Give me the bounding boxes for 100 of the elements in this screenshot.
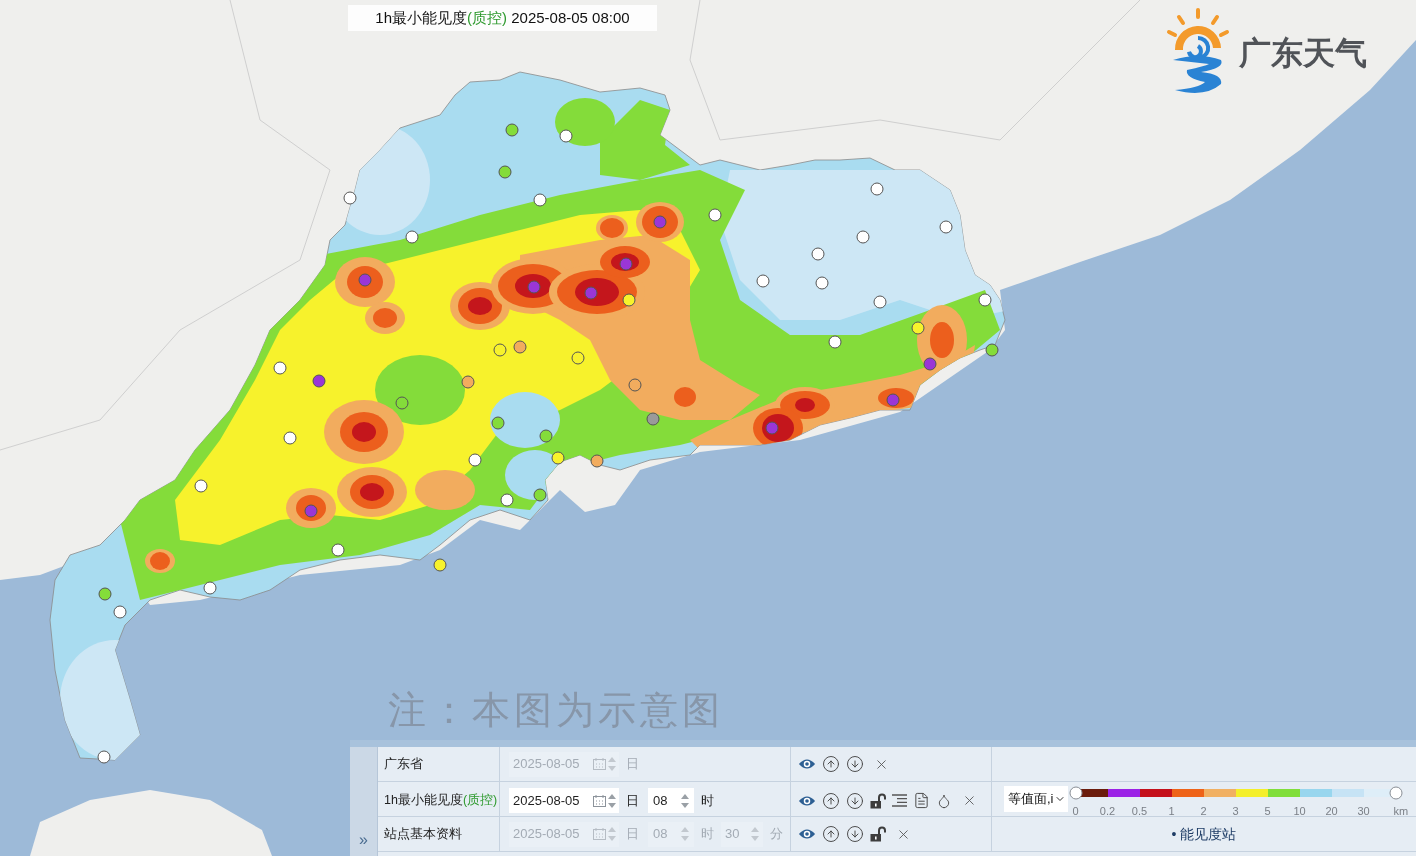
- station-marker: [646, 412, 660, 426]
- logo-text: 广东天气: [1239, 34, 1367, 73]
- legend-label: • 能见度站: [1171, 824, 1237, 844]
- eye-icon[interactable]: [798, 758, 816, 770]
- scale-tick-label: 3: [1231, 804, 1240, 819]
- scale-tick-label: 2: [1199, 804, 1208, 819]
- day-unit-label: 日: [626, 755, 639, 774]
- station-marker: [505, 123, 519, 137]
- low-visibility-hotspot: [415, 470, 475, 510]
- station-marker: [343, 191, 357, 205]
- station-marker: [708, 208, 722, 222]
- station-marker: [500, 493, 514, 507]
- day-unit-label: 日: [626, 825, 639, 844]
- station-marker: [468, 453, 482, 467]
- range-handle[interactable]: [1069, 786, 1082, 800]
- station-marker: [539, 429, 553, 443]
- station-marker: [856, 230, 870, 244]
- spinner-arrows-icon[interactable]: [681, 792, 689, 809]
- station-marker: [273, 361, 287, 375]
- station-marker: [358, 273, 372, 287]
- arrow-up-circle-icon[interactable]: [822, 755, 840, 773]
- list-lines-icon[interactable]: [892, 794, 907, 808]
- station-marker: [203, 581, 217, 595]
- station-marker: [911, 321, 925, 335]
- hour-unit-label: 时: [701, 792, 714, 810]
- station-marker: [551, 451, 565, 465]
- map-title: 1h最小能见度(质控) 2025-08-05 08:00: [348, 5, 657, 31]
- station-marker: [493, 343, 507, 357]
- hour-field[interactable]: 08: [648, 788, 694, 814]
- unlocked-padlock-icon[interactable]: [870, 826, 886, 842]
- low-visibility-hotspot: [286, 488, 336, 528]
- station-marker: [653, 215, 667, 229]
- document-icon[interactable]: [913, 792, 930, 810]
- layer-name: 站点基本资料: [384, 825, 462, 843]
- station-marker: [886, 393, 900, 407]
- scale-unit-label: km: [1393, 804, 1409, 819]
- station-marker: [828, 335, 842, 349]
- arrow-up-circle-icon[interactable]: [822, 825, 840, 843]
- render-mode-dropdown[interactable]: 等值面,i: [1004, 786, 1068, 812]
- droplet-icon[interactable]: [936, 792, 952, 809]
- station-marker: [584, 286, 598, 300]
- station-marker: [527, 280, 541, 294]
- station-marker: [873, 295, 887, 309]
- station-marker: [978, 293, 992, 307]
- station-marker: [939, 220, 953, 234]
- station-marker: [628, 378, 642, 392]
- station-marker: [765, 421, 779, 435]
- station-marker: [491, 416, 505, 430]
- eye-icon[interactable]: [798, 794, 816, 807]
- arrow-down-circle-icon[interactable]: [846, 755, 864, 773]
- station-marker: [304, 504, 318, 518]
- scale-tick-label: 20: [1324, 804, 1339, 819]
- scale-tick-label: 0.2: [1098, 804, 1117, 819]
- station-marker: [498, 165, 512, 179]
- station-marker: [533, 488, 547, 502]
- station-marker: [395, 396, 409, 410]
- station-marker: [619, 257, 633, 271]
- station-marker: [433, 558, 447, 572]
- scale-tick-label: 0: [1071, 804, 1080, 819]
- station-marker: [312, 374, 326, 388]
- scale-tick-label: 1: [1167, 804, 1176, 819]
- station-marker: [590, 454, 604, 468]
- scale-tick-label: 0.5: [1130, 804, 1149, 819]
- scale-tick-label: 10: [1292, 804, 1307, 819]
- collapse-panel-button[interactable]: »: [359, 832, 368, 848]
- station-marker: [461, 375, 475, 389]
- station-marker: [811, 247, 825, 261]
- station-marker: [331, 543, 345, 557]
- station-marker: [113, 605, 127, 619]
- arrow-down-circle-icon[interactable]: [846, 825, 864, 843]
- range-handle[interactable]: [1389, 786, 1402, 800]
- station-marker: [405, 230, 419, 244]
- station-marker: [283, 431, 297, 445]
- station-marker: [533, 193, 547, 207]
- eye-icon[interactable]: [798, 828, 816, 840]
- station-marker: [756, 274, 770, 288]
- station-marker: [98, 587, 112, 601]
- contour-area: [490, 392, 560, 448]
- station-marker: [815, 276, 829, 290]
- station-marker: [97, 750, 111, 764]
- station-marker: [923, 357, 937, 371]
- station-marker: [194, 479, 208, 493]
- scale-tick-label: 30: [1356, 804, 1371, 819]
- station-marker: [513, 340, 527, 354]
- station-marker: [622, 293, 636, 307]
- layer-name: 广东省: [384, 755, 423, 773]
- hour-unit-label: 时: [701, 825, 714, 844]
- spinner-arrows-icon[interactable]: [608, 792, 616, 809]
- station-marker: [571, 351, 585, 365]
- arrow-up-circle-icon[interactable]: [822, 791, 840, 810]
- unlocked-padlock-icon[interactable]: [870, 792, 886, 809]
- minute-unit-label: 分: [770, 825, 783, 844]
- station-marker: [870, 182, 884, 196]
- date-field[interactable]: 2025-08-05: [509, 788, 619, 814]
- scale-tick-label: 5: [1263, 804, 1272, 819]
- low-visibility-hotspot: [337, 467, 407, 517]
- low-visibility-hotspot: [145, 549, 175, 573]
- calendar-icon[interactable]: [593, 794, 606, 807]
- arrow-down-circle-icon[interactable]: [846, 791, 864, 810]
- station-marker: [985, 343, 999, 357]
